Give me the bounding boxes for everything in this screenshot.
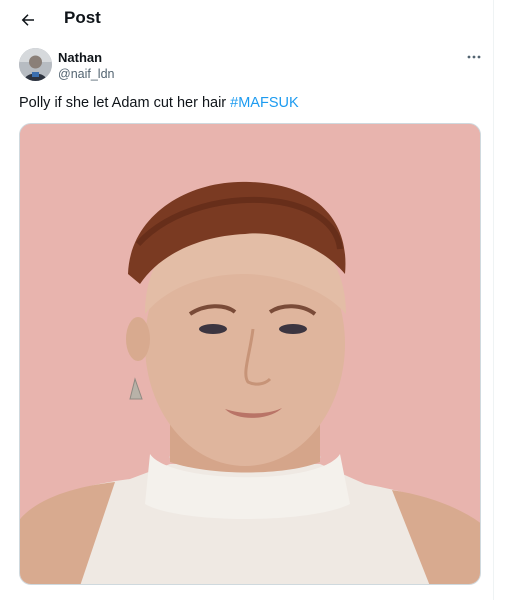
timeline-divider [493,0,494,600]
author-display-name[interactable]: Nathan [58,50,102,65]
more-options-button[interactable] [464,50,484,64]
post-header: Post [0,0,495,38]
avatar[interactable] [19,48,52,81]
hashtag-link[interactable]: #MAFSUK [230,95,299,111]
more-horizontal-icon [467,55,481,59]
post-text-body: Polly if she let Adam cut her hair [19,95,231,111]
back-button[interactable] [14,6,42,34]
post-text: Polly if she let Adam cut her hair #MAFS… [19,95,299,111]
post-media-image[interactable] [19,123,481,585]
author-handle[interactable]: @naif_ldn [58,67,114,81]
arrow-left-icon [21,14,34,26]
edited-photo [20,124,480,584]
page-title: Post [64,8,101,27]
